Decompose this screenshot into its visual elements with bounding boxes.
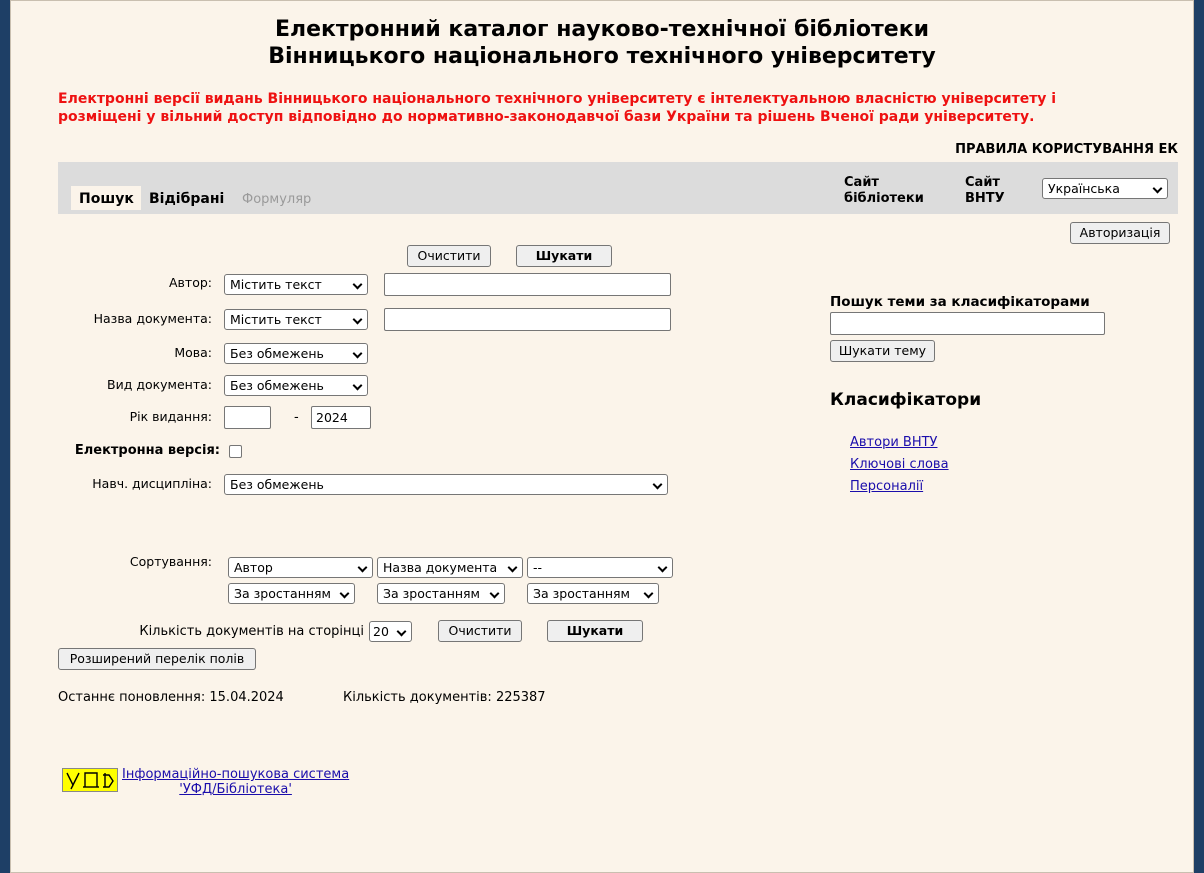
sort-label: Сортування:: [129, 554, 212, 569]
classifiers-title: Класифікатори: [830, 390, 982, 410]
tab-selected[interactable]: Відібрані: [149, 191, 224, 207]
vntu-site-link[interactable]: Сайт ВНТУ: [965, 175, 1005, 207]
sort1-order-select[interactable]: За зростанням: [228, 583, 355, 604]
tab-formular[interactable]: Формуляр: [242, 192, 311, 207]
language-label: Мова:: [174, 345, 212, 360]
discipline-select[interactable]: Без обмежень: [224, 474, 668, 495]
system-link[interactable]: Інформаційно-пошукова система 'УФД/Біблі…: [122, 767, 349, 797]
page-title-line1: Електронний каталог науково-технічної бі…: [274, 17, 930, 42]
tab-bar: [58, 162, 1178, 214]
classifier-link-authors[interactable]: Автори ВНТУ: [850, 435, 937, 450]
notice-line2: розміщені у вільний доступ відповідно до…: [58, 109, 1035, 125]
page-title-line2: Вінницького національного технічного уні…: [268, 44, 936, 69]
search-button-top[interactable]: Шукати: [516, 245, 612, 267]
search-button-bottom[interactable]: Шукати: [547, 620, 643, 642]
sort2-order-select[interactable]: За зростанням: [377, 583, 505, 604]
vntu-site-line1: Сайт: [965, 175, 1000, 190]
doctype-label: Вид документа:: [107, 377, 212, 392]
year-dash: -: [294, 410, 299, 425]
year-to-input[interactable]: 2024: [311, 406, 371, 429]
clear-button-top[interactable]: Очистити: [407, 245, 491, 267]
library-site-line2: бібліотеки: [844, 191, 924, 206]
docname-mode-select[interactable]: Містить текст: [224, 309, 368, 330]
classifier-links: Автори ВНТУ Ключові слова Персоналії: [850, 435, 949, 501]
copyright-notice: Електронні версії видань Вінницького нац…: [58, 90, 1138, 126]
library-site-line1: Сайт: [844, 175, 879, 190]
rules-link[interactable]: ПРАВИЛА КОРИСТУВАННЯ ЕК: [955, 142, 1178, 157]
auth-button[interactable]: Авторизація: [1070, 222, 1170, 244]
sort3-order-select[interactable]: За зростанням: [527, 583, 659, 604]
topic-search-button[interactable]: Шукати тему: [830, 340, 935, 362]
catalog-page: Електронний каталог науково-технічної бі…: [10, 0, 1194, 873]
year-label: Рік видання:: [129, 409, 212, 424]
topic-search-input[interactable]: [830, 312, 1105, 335]
doc-count: Кількість документів: 225387: [343, 690, 546, 705]
extended-fields-button[interactable]: Розширений перелік полів: [58, 648, 256, 670]
electronic-checkbox[interactable]: [229, 445, 242, 458]
per-page-label: Кількість документів на сторінці: [139, 624, 364, 639]
classifier-link-persons[interactable]: Персоналії: [850, 479, 923, 494]
classifier-link-keywords[interactable]: Ключові слова: [850, 457, 949, 472]
doc-language-select[interactable]: Без обмежень: [224, 343, 368, 364]
doctype-select[interactable]: Без обмежень: [224, 375, 368, 396]
notice-line1: Електронні версії видань Вінницького нац…: [58, 91, 1057, 107]
clear-button-bottom[interactable]: Очистити: [438, 620, 522, 642]
ufd-logo: [62, 768, 118, 792]
sort2-field-select[interactable]: Назва документа: [377, 557, 523, 578]
year-from-input[interactable]: [224, 406, 271, 429]
system-link-line1[interactable]: Інформаційно-пошукова система: [122, 767, 349, 782]
sort3-field-select[interactable]: --: [527, 557, 673, 578]
sort1-field-select[interactable]: Автор: [228, 557, 373, 578]
last-update: Останнє поновлення: 15.04.2024: [58, 690, 284, 705]
ufd-logo-icon: [63, 769, 117, 791]
docname-input[interactable]: [384, 308, 671, 331]
system-link-line2[interactable]: 'УФД/Бібліотека': [179, 782, 292, 797]
author-input[interactable]: [384, 273, 671, 296]
language-select[interactable]: Українська: [1042, 178, 1168, 199]
electronic-label: Електронна версія:: [74, 443, 220, 458]
docname-label: Назва документа:: [93, 311, 212, 326]
per-page-select[interactable]: 20: [369, 621, 412, 642]
discipline-label: Навч. дисципліна:: [92, 476, 212, 491]
library-site-link[interactable]: Сайт бібліотеки: [844, 175, 924, 207]
tab-search[interactable]: Пошук: [79, 191, 134, 207]
author-label: Автор:: [169, 275, 212, 290]
vntu-site-line2: ВНТУ: [965, 191, 1005, 206]
author-mode-select[interactable]: Містить текст: [224, 274, 368, 295]
topic-search-title: Пошук теми за класифікаторами: [830, 294, 1090, 310]
